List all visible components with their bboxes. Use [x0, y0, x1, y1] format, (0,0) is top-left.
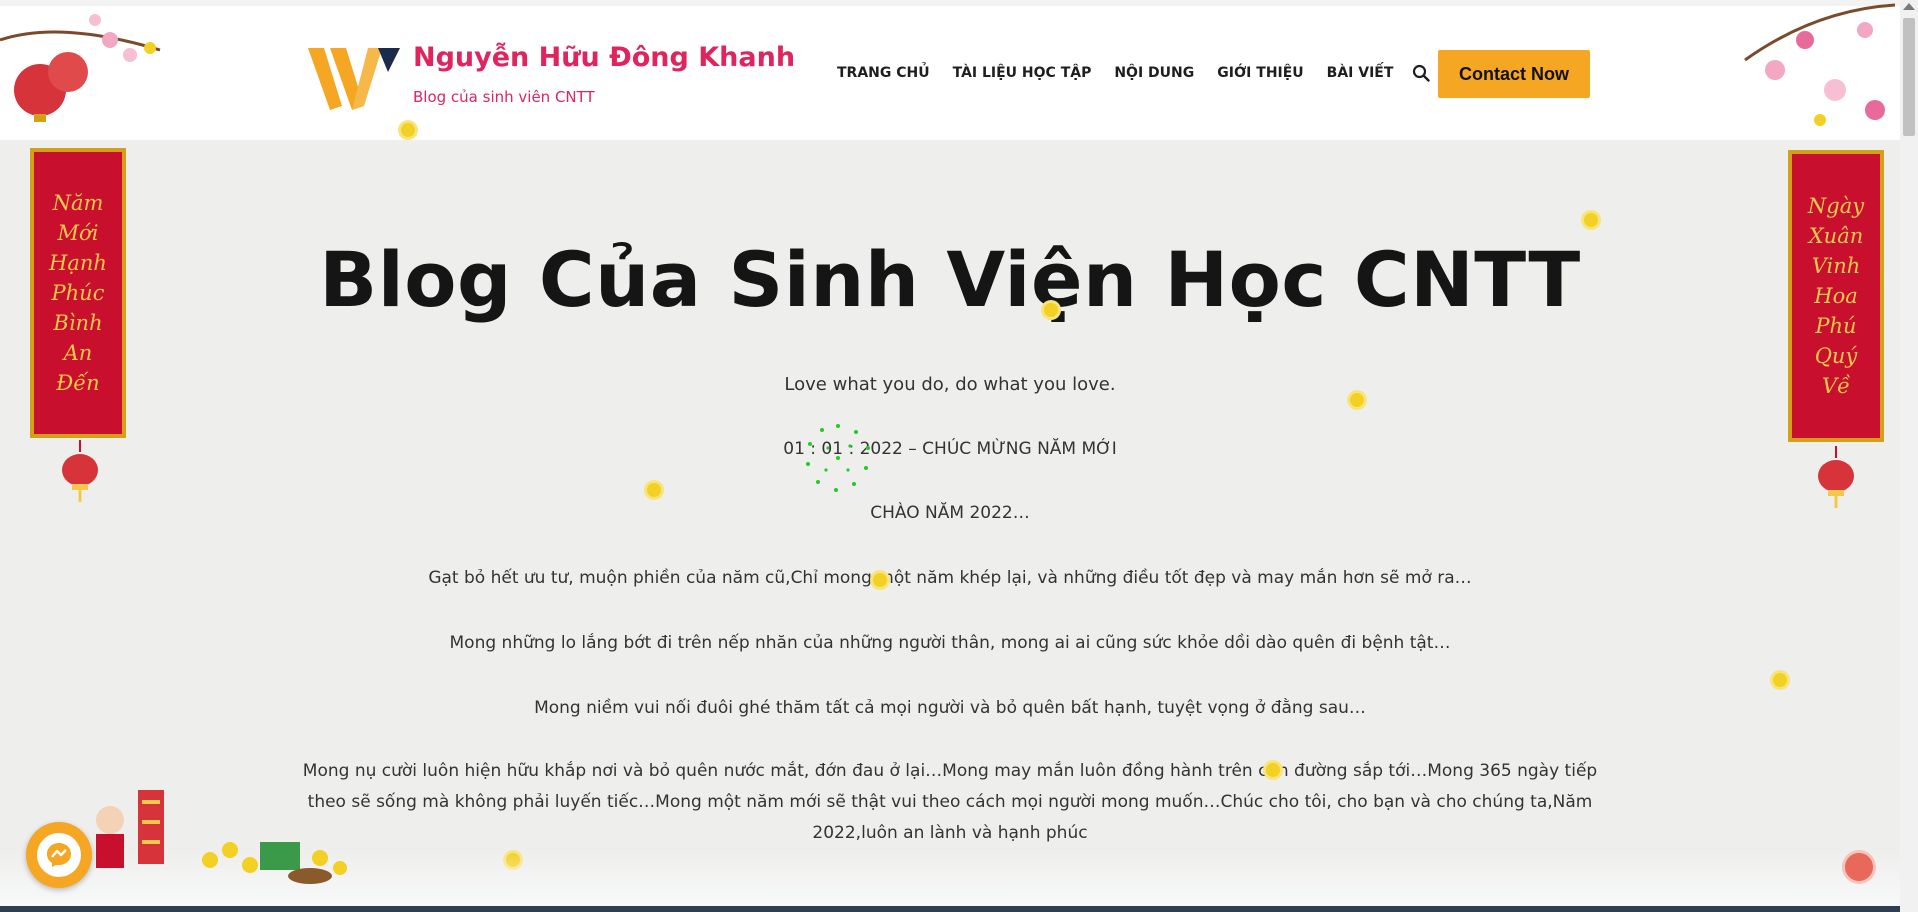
bottom-edge-bar	[0, 906, 1900, 912]
apricot-flower-icon	[1266, 763, 1280, 777]
search-icon[interactable]	[1412, 64, 1431, 82]
nav-item-tai-lieu-hoc-tap[interactable]: TÀI LIỆU HỌC TẬP	[953, 65, 1092, 81]
apricot-flower-icon	[873, 573, 887, 587]
tagline-paragraph: Love what you do, do what you love.	[784, 374, 1116, 395]
firework-icon	[806, 424, 870, 492]
apricot-flower-icon	[647, 483, 661, 497]
messenger-icon	[37, 833, 81, 877]
wish-paragraph-2: Mong những lo lắng bớt đi trên nếp nhăn …	[449, 633, 1451, 653]
main-nav: TRANG CHỦ TÀI LIỆU HỌC TẬP NỘI DUNG GIỚI…	[837, 64, 1431, 82]
greeting-paragraph: CHÀO NĂM 2022…	[870, 503, 1030, 523]
lantern-icon	[62, 440, 98, 502]
nav-item-trang-chu[interactable]: TRANG CHỦ	[837, 65, 930, 81]
page-title: Blog Của Sinh Viện Học CNTT	[319, 235, 1581, 324]
apricot-flower-icon	[1044, 303, 1058, 317]
lantern-right-icon	[1818, 446, 1854, 508]
apricot-flower-icon	[1350, 393, 1364, 407]
contact-now-button[interactable]: Contact Now	[1438, 50, 1590, 98]
apricot-flower-icon	[1773, 673, 1787, 687]
scroll-up-arrow-icon[interactable]	[1903, 3, 1915, 10]
nav-item-gioi-thieu[interactable]: GIỚI THIỆU	[1217, 65, 1303, 81]
apricot-blossom-right-icon	[1744, 3, 1896, 126]
site-tagline: Blog của sinh viên CNTT	[413, 88, 595, 106]
messenger-button[interactable]	[26, 822, 92, 888]
wish-paragraph-1: Gạt bỏ hết ưu tư, muộn phiền của năm cũ,…	[428, 568, 1472, 588]
page-scrollbar[interactable]	[1900, 0, 1918, 912]
right-couplet-banner: Ngày Xuân Vinh Hoa Phú Quý Về	[1788, 150, 1884, 442]
right-couplet-text: Ngày Xuân Vinh Hoa Phú Quý Về	[1807, 194, 1865, 398]
left-couplet-banner: Năm Mới Hạnh Phúc Bình An Đến	[30, 148, 126, 438]
messenger-glyph-icon	[47, 843, 71, 867]
date-paragraph: 01 : 01 : 2022 – CHÚC MỪNG NĂM MỚI	[783, 439, 1117, 459]
scrollbar-thumb[interactable]	[1903, 18, 1915, 136]
site-title[interactable]: Nguyễn Hữu Đông Khanh	[413, 42, 795, 73]
apricot-flower-icon	[401, 123, 415, 137]
wish-paragraph-3: Mong niềm vui nối đuôi ghé thăm tất cả m…	[534, 698, 1366, 718]
nav-item-noi-dung[interactable]: NỘI DUNG	[1114, 65, 1194, 81]
nav-item-bai-viet[interactable]: BÀI VIẾT	[1327, 65, 1394, 81]
wish-paragraph-4: Mong nụ cười luôn hiện hữu khắp nơi và b…	[302, 761, 1598, 843]
back-to-top-button[interactable]	[1842, 850, 1876, 884]
apricot-flower-icon	[1584, 213, 1598, 227]
logo-w-icon[interactable]	[308, 44, 400, 112]
apricot-blossom-left-icon	[0, 14, 161, 122]
left-couplet-text: Năm Mới Hạnh Phúc Bình An Đến	[49, 191, 107, 395]
site-header: Nguyễn Hữu Đông Khanh Blog của sinh viên…	[0, 6, 1900, 140]
